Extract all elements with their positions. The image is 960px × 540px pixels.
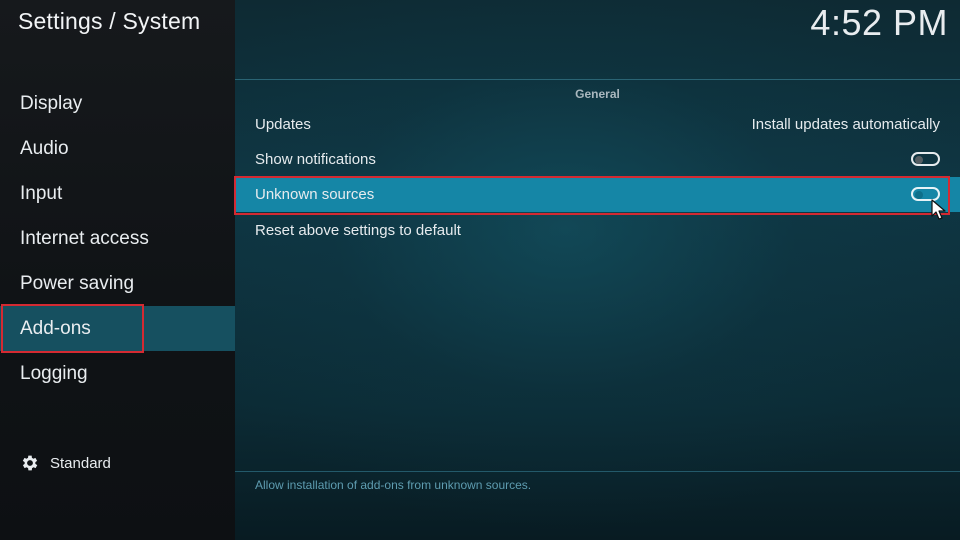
setting-label: Reset above settings to default bbox=[255, 222, 461, 239]
sidebar-item-power-saving[interactable]: Power saving bbox=[0, 261, 235, 306]
sidebar-item-display[interactable]: Display bbox=[0, 81, 235, 126]
gear-icon bbox=[20, 453, 40, 473]
page-title: Settings / System bbox=[18, 8, 201, 34]
sidebar-item-input[interactable]: Input bbox=[0, 171, 235, 216]
setting-show-notifications[interactable]: Show notifications bbox=[235, 142, 960, 177]
setting-label: Updates bbox=[255, 116, 311, 133]
settings-level-label: Standard bbox=[50, 454, 111, 472]
setting-label: Show notifications bbox=[255, 151, 376, 168]
toggle-knob bbox=[915, 155, 923, 164]
toggle-switch[interactable] bbox=[911, 152, 940, 166]
mouse-pointer-icon bbox=[931, 199, 946, 220]
main-panel: 4:52 PM General Updates Install updates … bbox=[234, 0, 960, 540]
sidebar-item-internet-access[interactable]: Internet access bbox=[0, 216, 235, 261]
divider bbox=[235, 79, 960, 80]
section-header: General bbox=[575, 87, 620, 101]
sidebar: Settings / System Display Audio Input In… bbox=[0, 0, 235, 540]
clock: 4:52 PM bbox=[810, 2, 948, 43]
divider bbox=[235, 471, 960, 472]
sidebar-item-logging[interactable]: Logging bbox=[0, 351, 235, 396]
setting-reset-defaults[interactable]: Reset above settings to default bbox=[235, 213, 960, 248]
kodi-settings-screen: Settings / System Display Audio Input In… bbox=[0, 0, 960, 540]
sidebar-item-audio[interactable]: Audio bbox=[0, 126, 235, 171]
settings-level-button[interactable]: Standard bbox=[20, 452, 111, 474]
setting-updates[interactable]: Updates Install updates automatically bbox=[235, 107, 960, 142]
sidebar-item-add-ons[interactable]: Add-ons bbox=[0, 304, 235, 353]
highlight-box bbox=[234, 176, 950, 215]
sidebar-nav: Display Audio Input Internet access Powe… bbox=[0, 81, 235, 396]
setting-unknown-sources[interactable]: Unknown sources bbox=[234, 176, 960, 215]
setting-description: Allow installation of add-ons from unkno… bbox=[255, 478, 532, 492]
setting-value: Install updates automatically bbox=[751, 116, 940, 133]
highlight-box bbox=[1, 304, 144, 353]
